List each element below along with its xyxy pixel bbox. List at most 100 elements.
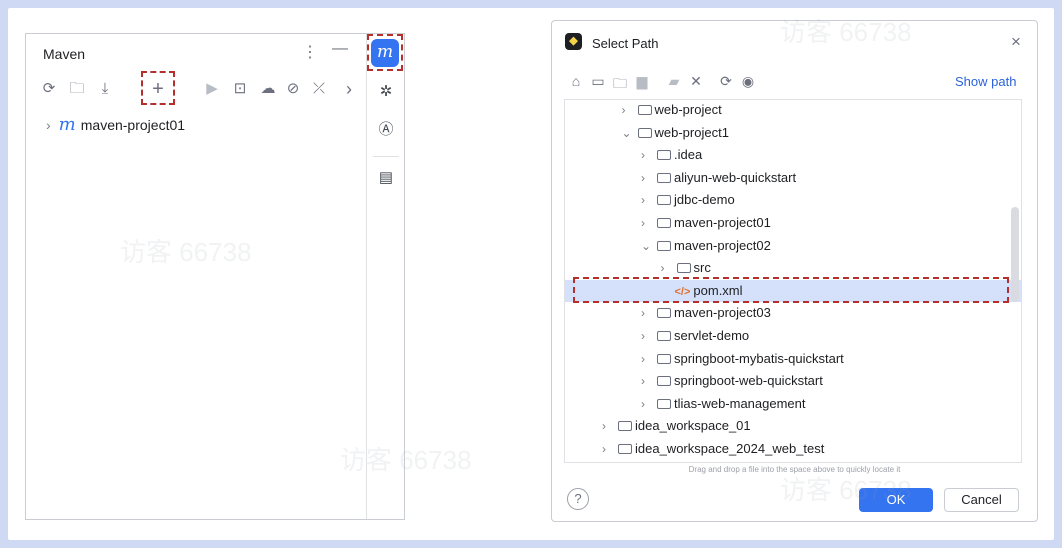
maven-tool-window: Maven ⋮ — ⟳ 🗀 ⤓ + ▶ ⊡ ☁ ⊘ ⤫ › › m maven-pr… [25, 33, 405, 520]
folder-icon [657, 353, 671, 364]
chevron-down-icon[interactable]: ⌄ [641, 235, 655, 258]
chevron-right-icon[interactable]: › [46, 117, 51, 133]
chevron-right-icon[interactable]: › [622, 100, 636, 122]
tree-item-label: tlias-web-management [674, 395, 806, 411]
tree-item-label: servlet-demo [674, 327, 750, 343]
project-icon[interactable]: 🗀 [610, 73, 630, 97]
folder-icon [657, 308, 671, 319]
app-logo-icon: ◆ [565, 33, 582, 50]
add-highlight-box [141, 71, 175, 105]
module-icon[interactable]: ▆ [632, 73, 652, 90]
folder-icon [637, 105, 652, 115]
strip-divider [373, 156, 399, 157]
cancel-button[interactable]: Cancel [944, 488, 1019, 512]
chevron-right-icon[interactable]: › [641, 144, 655, 167]
dialog-title: Select Path [592, 36, 659, 51]
run-icon[interactable]: ▶ [201, 78, 223, 100]
tree-row[interactable]: › jdbc-demo [565, 189, 1021, 212]
more-icon[interactable]: › [338, 78, 360, 100]
tree-row[interactable]: › springboot-mybatis-quickstart [565, 348, 1021, 371]
dialog-toolbar: ⌂ ▭ 🗀 ▆ ▰ ✕ ⟳ ◉ [566, 73, 826, 95]
select-path-dialog: ◆ Select Path × ⌂ ▭ 🗀 ▆ ▰ ✕ ⟳ ◉ Show pat… [551, 20, 1038, 522]
tree-item-label: idea_workspace_2024_web_test [635, 440, 825, 456]
close-icon[interactable]: × [1011, 32, 1021, 52]
maven-project-node[interactable]: › m maven-project01 [46, 114, 185, 135]
new-folder-icon[interactable]: ▰ [664, 73, 684, 90]
maven-tab-highlight-box [367, 34, 403, 71]
tree-item-label: src [693, 260, 711, 276]
chevron-right-icon[interactable]: › [641, 167, 655, 190]
refresh-icon[interactable]: ⟳ [716, 73, 736, 90]
options-menu-icon[interactable]: ⋮ [302, 42, 318, 62]
tree-item-label: web-project [654, 102, 722, 117]
maven-title: Maven [43, 46, 86, 62]
folder-icon [657, 398, 671, 409]
hide-panel-icon[interactable]: — [332, 40, 348, 58]
folder-icon [657, 240, 671, 251]
hidden-files-icon[interactable]: ◉ [738, 73, 758, 90]
chevron-right-icon[interactable]: › [641, 325, 655, 348]
tree-row[interactable]: ⌄ maven-project02 [565, 235, 1021, 258]
ok-button[interactable]: OK [859, 488, 933, 512]
tree-row[interactable]: › maven-project03 [565, 302, 1021, 325]
chevron-right-icon[interactable]: › [602, 438, 616, 461]
skip-tests-icon[interactable]: ⊘ [282, 78, 304, 100]
folder-icon [657, 195, 671, 206]
tree-item-label: maven-project02 [674, 237, 771, 253]
tree-item-label: aliyun-web-quickstart [674, 169, 797, 185]
tree-item-label: web-project1 [654, 124, 729, 140]
chevron-right-icon[interactable]: › [641, 212, 655, 235]
reload-icon[interactable]: ⟳ [38, 78, 60, 100]
folder-icon [676, 263, 691, 274]
maven-module-icon: m [58, 114, 76, 135]
delete-icon[interactable]: ✕ [686, 73, 706, 90]
folder-icon [618, 421, 632, 432]
ai-assistant-icon[interactable]: Ⓐ [376, 118, 396, 139]
drag-drop-hint: Drag and drop a file into the space abov… [688, 465, 901, 474]
reload-folder-icon[interactable]: 🗀 [66, 78, 88, 100]
text-panel-icon[interactable]: ▤ [376, 168, 396, 186]
tree-row[interactable]: › aliyun-web-quickstart [565, 167, 1021, 190]
chevron-down-icon[interactable]: ⌄ [622, 122, 636, 145]
tree-row[interactable]: › idea_workspace_01 [565, 415, 1021, 438]
show-path-link[interactable]: Show path [955, 74, 1016, 89]
desktop-icon[interactable]: ▭ [588, 73, 608, 90]
tree-row[interactable]: › servlet-demo [565, 325, 1021, 348]
tree-scrollbar[interactable] [1011, 207, 1019, 302]
tree-row[interactable]: ⌄ web-project1 [565, 122, 1021, 145]
chevron-right-icon[interactable]: › [641, 393, 655, 416]
tree-row[interactable]: › maven-project01 [565, 212, 1021, 235]
folder-icon [657, 150, 671, 161]
tree-item-label: idea_workspace_01 [635, 418, 751, 434]
maven-toolbar: ⟳ 🗀 ⤓ + ▶ ⊡ ☁ ⊘ ⤫ › [38, 71, 360, 105]
chevron-right-icon[interactable]: › [602, 415, 616, 438]
folder-icon [657, 217, 671, 228]
chevron-right-icon[interactable]: › [641, 189, 655, 212]
tree-row[interactable]: › web-project [565, 100, 1021, 122]
tree-item-label: .idea [674, 147, 703, 163]
chevron-right-icon[interactable]: › [641, 370, 655, 393]
download-icon[interactable]: ⤓ [94, 78, 116, 100]
tree-item-label: maven-project03 [674, 305, 771, 321]
folder-icon [657, 172, 671, 183]
help-button[interactable]: ? [567, 488, 589, 510]
pom-highlight-box [573, 277, 1009, 303]
tree-row[interactable]: › tlias-web-management [565, 393, 1021, 416]
folder-icon [618, 443, 632, 454]
tree-row[interactable]: › springboot-web-quickstart [565, 370, 1021, 393]
tree-item-label: springboot-mybatis-quickstart [674, 350, 844, 366]
home-icon[interactable]: ⌂ [566, 73, 586, 89]
folder-icon [657, 330, 671, 341]
chevron-right-icon[interactable]: › [641, 302, 655, 325]
folder-icon [637, 127, 652, 138]
right-tool-strip: m ✲ Ⓐ ▤ [366, 34, 405, 519]
project-label: maven-project01 [80, 117, 186, 133]
offline-icon[interactable]: ☁ [257, 78, 279, 100]
tree-row[interactable]: › .idea [565, 144, 1021, 167]
tree-row[interactable]: › idea_workspace_2024_web_test [565, 438, 1021, 461]
chevron-right-icon[interactable]: › [641, 348, 655, 371]
gradle-icon[interactable]: ✲ [376, 82, 396, 100]
file-tree: › web-project ⌄ web-project1 › .idea › aliyun-w… [564, 99, 1022, 463]
collapse-icon[interactable]: ⤫ [308, 78, 330, 100]
execute-goal-icon[interactable]: ⊡ [229, 78, 251, 100]
